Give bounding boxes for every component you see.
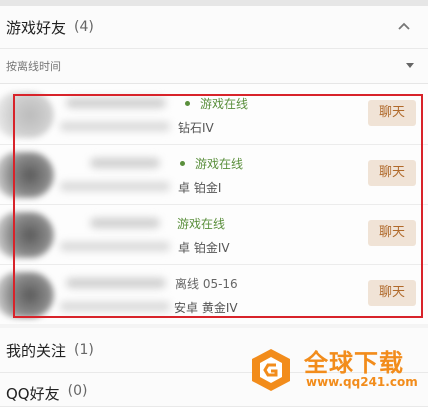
watermark-logo-icon [252,349,290,391]
sort-label: 按离线时间 [6,60,61,73]
blurred-region [60,182,170,191]
status-text: 游戏在线 [177,215,225,232]
status-text: 离线 05-16 [175,275,238,292]
avatar [0,152,54,198]
friend-row[interactable]: 游戏在线 卓 铂金I 聊天 [0,144,428,205]
blurred-region [60,302,170,311]
qq-friends-title: QQ好友 [6,385,60,403]
friend-row[interactable]: 游戏在线 钻石IV 聊天 [0,84,428,145]
online-dot-icon [185,101,190,106]
blurred-name [90,218,160,228]
my-follows-count: (1) [74,342,94,358]
blurred-name [90,158,160,168]
my-follows-title: 我的关注 [6,341,67,360]
blurred-name [66,278,166,288]
status-label: 游戏在线 [177,217,226,231]
game-friends-title: 游戏好友 [6,18,67,37]
friend-row[interactable]: 游戏在线 卓 铂金IV 聊天 [0,204,428,265]
chat-button[interactable]: 聊天 [368,100,416,126]
blurred-region [60,242,170,251]
rank-text: 钻石IV [178,121,214,135]
status-label: 游戏在线 [195,157,244,171]
blurred-name [66,98,166,108]
qq-friends-count: (0) [67,383,88,399]
status-text: 游戏在线 [185,95,248,112]
chat-button[interactable]: 聊天 [368,160,416,186]
status-text: 游戏在线 [180,155,243,172]
game-friends-count: (4) [74,19,94,35]
friend-row[interactable]: 离线 05-16 安卓 黄金IV 聊天 [0,264,428,324]
avatar [0,272,54,318]
online-dot-icon [180,161,185,166]
watermark-url: www.qq241.com [306,375,418,389]
watermark: 全球下载 www.qq241.com [246,337,428,398]
rank-text: 卓 铂金I [178,181,222,195]
game-friends-header[interactable]: 游戏好友 (4) [0,6,428,49]
avatar [0,92,54,138]
avatar [0,212,54,258]
chat-button[interactable]: 聊天 [368,220,416,246]
friend-list: 游戏在线 钻石IV 聊天 游戏在线 卓 铂金I 聊天 游戏在线 卓 铂金IV 聊… [0,84,428,324]
caret-down-icon [406,63,414,68]
status-label: 离线 05-16 [175,277,238,291]
rank-text: 安卓 黄金IV [174,301,238,315]
blurred-region [60,122,170,131]
chevron-up-icon[interactable] [396,19,412,33]
sort-dropdown[interactable]: 按离线时间 [0,49,428,84]
chat-button[interactable]: 聊天 [368,280,416,306]
status-label: 游戏在线 [200,97,249,111]
rank-text: 卓 铂金IV [178,241,230,255]
watermark-title: 全球下载 [304,349,404,377]
